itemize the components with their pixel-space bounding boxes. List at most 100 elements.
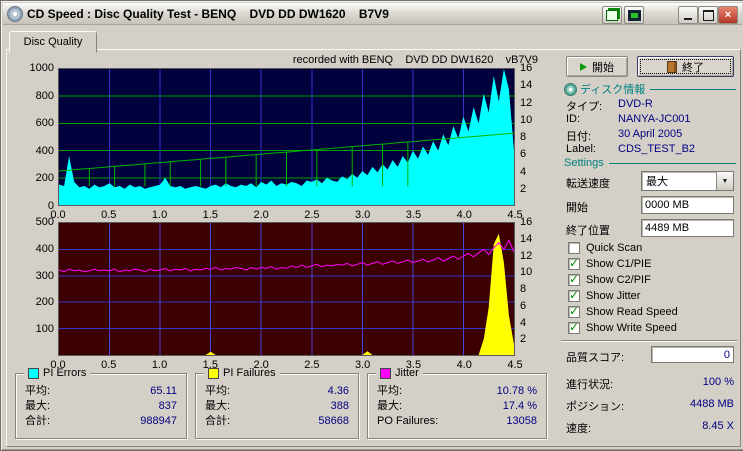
pi-errors-chart [58, 68, 515, 206]
axis-tick-label: 3.5 [405, 359, 422, 371]
stat-label: 平均: [377, 385, 403, 397]
checkbox-show-c1-pie[interactable]: ✓ Show C1/PIE [568, 256, 651, 270]
checkbox-quick-scan[interactable]: ✓ Quick Scan [568, 242, 642, 254]
axis-tick-label: 10 [520, 113, 533, 126]
stat-row: 最大: 388 [196, 399, 358, 414]
disc-type-value: DVD-R [618, 98, 653, 110]
axis-tick-label: 1.0 [151, 359, 168, 371]
stat-value: 837 [158, 400, 177, 412]
chevron-down-icon[interactable]: ▼ [716, 172, 733, 190]
checkbox-label: Show Read Speed [586, 306, 678, 318]
pages-icon-button[interactable] [602, 6, 622, 24]
axis-tick-label: 600 [35, 117, 54, 130]
titlebar[interactable]: CD Speed : Disc Quality Test - BENQ DVD … [3, 3, 742, 25]
maximize-button[interactable] [698, 6, 718, 24]
stat-label: 平均: [205, 385, 231, 397]
check-icon: ✓ [568, 272, 580, 286]
axis-tick-label: 0.5 [101, 359, 117, 371]
checkbox-show-write-speed[interactable]: ✓ Show Write Speed [568, 320, 677, 334]
position-label: ポジション: [566, 401, 625, 413]
stat-value: 388 [330, 400, 349, 412]
axis-tick-label: 4.0 [456, 209, 472, 221]
axis-tick-label: 4 [520, 165, 527, 178]
progress-value: 100 % [702, 376, 734, 388]
stat-label: PO Failures: [377, 415, 439, 427]
minimize-button[interactable] [678, 6, 698, 24]
checkbox-label: Quick Scan [586, 242, 643, 254]
stat-label: 平均: [25, 385, 51, 397]
axis-tick-label: 3.5 [405, 209, 422, 221]
axis-tick-label: 16 [520, 62, 533, 74]
close-button[interactable]: × [718, 6, 738, 24]
disc-icon [564, 82, 577, 96]
checkbox-show-read-speed[interactable]: ✓ Show Read Speed [568, 305, 678, 318]
monitor-icon-button[interactable] [624, 6, 644, 24]
checkbox-box[interactable]: ✓ [568, 242, 580, 254]
transfer-rate-value: 最大 [646, 176, 668, 188]
divider [561, 340, 737, 342]
stat-value: 13058 [506, 415, 537, 427]
play-icon [580, 62, 587, 71]
axis-tick-label: 1.5 [202, 359, 218, 371]
axis-tick-label: 2.0 [253, 209, 269, 221]
cd-app-icon [7, 5, 23, 22]
stat-row: 平均: 65.11 [16, 384, 186, 399]
end-position-label: 終了位置 [566, 225, 610, 237]
checkbox-box[interactable]: ✓ [568, 305, 580, 318]
jitter-color-swatch [380, 367, 391, 379]
progress-label: 進行状況: [566, 379, 614, 391]
checkbox-box[interactable]: ✓ [568, 256, 580, 270]
recorded-with-header: recorded with BENQ DVD DD DW1620 vB7V9 [292, 54, 538, 66]
position-value: 4488 MB [689, 398, 734, 410]
pi-errors-color-swatch [28, 367, 39, 379]
transfer-rate-select[interactable]: 最大 ▼ [641, 171, 734, 191]
tab-disc-quality[interactable]: Disc Quality [9, 31, 97, 53]
stat-row: 平均: 10.78 % [368, 384, 546, 399]
axis-tick-label: 500 [35, 216, 54, 228]
axis-tick-label: 6 [520, 148, 527, 161]
transfer-rate-label: 転送速度 [566, 178, 610, 190]
checkbox-box[interactable]: ✓ [568, 320, 580, 334]
check-icon: ✓ [568, 256, 580, 270]
start-position-field[interactable]: 0000 MB [641, 196, 734, 214]
stat-value: 58668 [318, 415, 349, 427]
axis-tick-label: 8 [520, 131, 527, 143]
speed-label: 速度: [566, 423, 592, 435]
axis-tick-label: 400 [35, 144, 54, 157]
jitter-statbox: Jitter 平均: 10.78 % 最大: 17.4 % PO Failures:… [367, 367, 547, 439]
checkbox-label: Show C2/PIF [586, 274, 651, 286]
settings-section-header: Settings [564, 157, 736, 169]
stat-value: 4.36 [327, 385, 349, 397]
disc-label-label: Label: [566, 143, 596, 155]
stat-value: 988947 [140, 415, 177, 427]
stat-row: 合計: 58668 [196, 414, 358, 429]
minimize-icon [684, 10, 692, 20]
disc-label-value: CDS_TEST_B2 [618, 143, 696, 155]
checkbox-show-jitter[interactable]: ✓ Show Jitter [568, 289, 640, 302]
axis-tick-label: 12 [520, 249, 533, 262]
exit-button[interactable]: 終了 [637, 56, 734, 77]
pi-errors-statbox: PI Errors 平均: 65.11 最大: 837 合計: 988947 [15, 367, 187, 439]
app-window: CD Speed : Disc Quality Test - BENQ DVD … [0, 0, 743, 451]
quality-score-field: 0 [651, 346, 734, 363]
speed-value: 8.45 X [702, 420, 734, 432]
stat-row: 最大: 17.4 % [368, 399, 546, 414]
axis-tick-label: 300 [35, 269, 54, 282]
stat-label: 最大: [25, 400, 51, 412]
axis-tick-label: 3.0 [355, 209, 371, 221]
check-icon: ✓ [568, 320, 580, 334]
axis-tick-label: 0.0 [50, 359, 66, 371]
checkbox-box[interactable]: ✓ [568, 272, 580, 286]
pages-icon [606, 9, 618, 21]
start-position-label: 開始 [566, 202, 588, 214]
checkbox-show-c2-pif[interactable]: ✓ Show C2/PIF [568, 272, 651, 286]
stat-row: PO Failures: 13058 [368, 414, 546, 429]
axis-tick-label: 4.5 [507, 359, 523, 371]
end-position-field[interactable]: 4489 MB [641, 219, 734, 237]
stat-label: 合計: [205, 415, 231, 427]
start-button[interactable]: 開始 [566, 56, 628, 77]
disc-id-label: ID: [566, 113, 581, 125]
stat-row: 最大: 837 [16, 399, 186, 414]
axis-tick-label: 2.0 [253, 359, 269, 371]
checkbox-box[interactable]: ✓ [568, 289, 580, 302]
